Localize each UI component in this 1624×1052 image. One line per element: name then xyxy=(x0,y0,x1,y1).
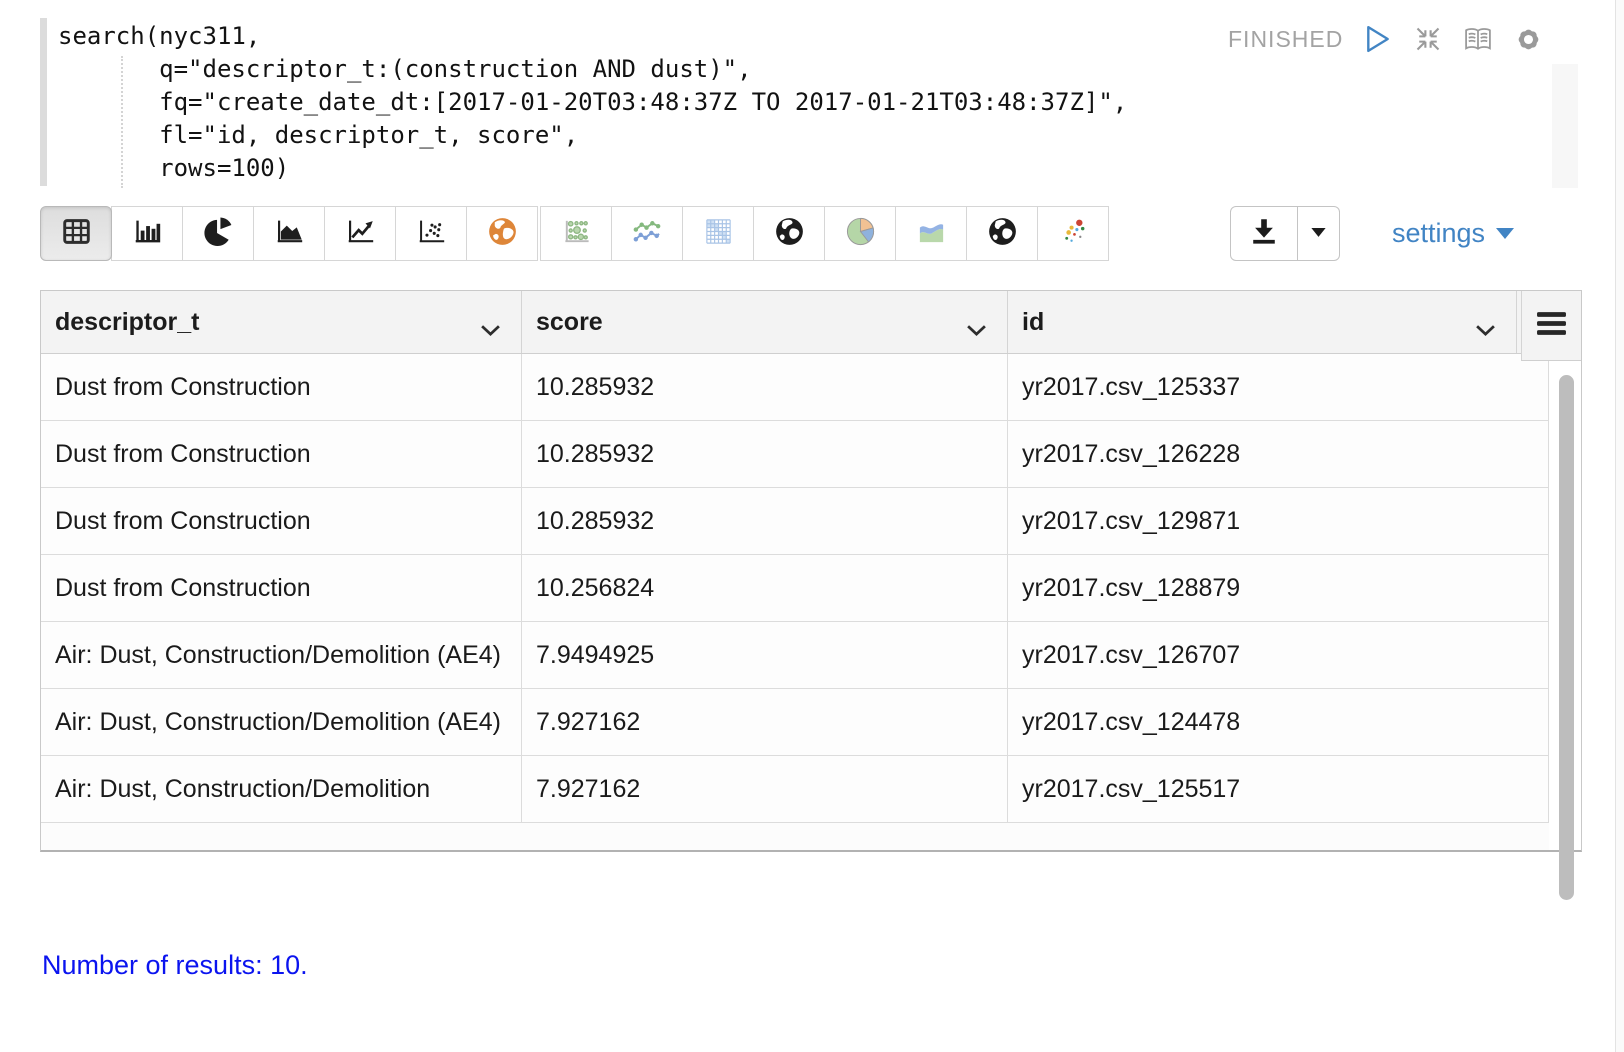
table-cell: Dust from Construction xyxy=(41,421,522,487)
table-row: Air: Dust, Construction/Demolition7.9271… xyxy=(41,755,1549,822)
table-icon xyxy=(61,217,92,251)
download-button[interactable] xyxy=(1230,206,1298,261)
grid-menu-button[interactable] xyxy=(1521,291,1581,361)
table-row: Air: Dust, Construction/Demolition (AE4)… xyxy=(41,621,1549,688)
bubble-chart-icon xyxy=(561,216,592,252)
column-header-id[interactable]: id xyxy=(1008,291,1517,353)
table-cell: Air: Dust, Construction/Demolition (AE4) xyxy=(41,622,522,688)
column-header-label: id xyxy=(1022,308,1044,337)
scatter-chart-view-button[interactable] xyxy=(395,206,467,261)
chevron-down-icon[interactable] xyxy=(1475,315,1496,344)
table-cell: 7.927162 xyxy=(522,756,1008,822)
table-cell: 10.285932 xyxy=(522,421,1008,487)
results-table: descriptor_t score id Dust from Constructi… xyxy=(40,290,1582,852)
download-options-button[interactable] xyxy=(1298,206,1340,261)
multi-line-chart-icon xyxy=(632,216,663,252)
line-chart-icon xyxy=(345,217,376,251)
scatter-colored-view-button[interactable] xyxy=(1037,206,1109,261)
multi-line-chart-view-button[interactable] xyxy=(611,206,683,261)
column-header-label: score xyxy=(536,308,603,337)
area-chart-icon xyxy=(274,217,305,251)
table-view-button[interactable] xyxy=(40,206,112,261)
table-cell: 7.927162 xyxy=(522,689,1008,755)
table-cell: yr2017.csv_129871 xyxy=(1008,488,1549,554)
chevron-down-icon[interactable] xyxy=(966,315,987,344)
settings-dropdown[interactable]: settings xyxy=(1392,206,1514,261)
table-cell: yr2017.csv_126228 xyxy=(1008,421,1549,487)
table-cell: yr2017.csv_124478 xyxy=(1008,689,1549,755)
table-row: Dust from Construction10.256824yr2017.cs… xyxy=(41,554,1549,621)
page-scrollbar[interactable] xyxy=(1615,0,1624,1052)
download-button-group xyxy=(1230,206,1340,261)
globe-orange-icon xyxy=(487,216,518,252)
column-header-label: descriptor_t xyxy=(55,308,199,337)
indent-guide xyxy=(121,56,123,188)
table-cell: 10.285932 xyxy=(522,488,1008,554)
visualization-toolbar: settings xyxy=(40,206,1600,262)
scatter-colored-icon xyxy=(1058,216,1089,252)
table-row: Dust from Construction10.285932yr2017.cs… xyxy=(41,420,1549,487)
map-view-button[interactable] xyxy=(466,206,538,261)
column-header-descriptor_t[interactable]: descriptor_t xyxy=(41,291,522,353)
table-cell: yr2017.csv_125337 xyxy=(1008,354,1549,420)
chevron-down-icon[interactable] xyxy=(480,315,501,344)
grid-body: Dust from Construction10.285932yr2017.cs… xyxy=(41,354,1549,822)
table-cell: yr2017.csv_125517 xyxy=(1008,756,1549,822)
table-cell: 10.285932 xyxy=(522,354,1008,420)
play-icon[interactable] xyxy=(1363,24,1393,54)
viz-type-buttons xyxy=(40,206,1109,261)
table-cell: yr2017.csv_126707 xyxy=(1008,622,1549,688)
result-count-text: Number of results: 10. xyxy=(42,950,308,981)
bar-chart-icon xyxy=(132,217,163,251)
compress-icon[interactable] xyxy=(1413,24,1443,54)
column-header-score[interactable]: score xyxy=(522,291,1008,353)
world-map-view-button[interactable] xyxy=(966,206,1038,261)
scatter-chart-icon xyxy=(416,217,447,251)
grid-header-row: descriptor_t score id xyxy=(41,291,1581,354)
table-cell: 7.9494925 xyxy=(522,622,1008,688)
book-icon[interactable] xyxy=(1463,24,1493,54)
pie-colored-icon xyxy=(845,216,876,252)
paragraph-controls: FINISHED xyxy=(1228,22,1543,56)
pie-chart-icon xyxy=(203,216,234,252)
area-chart-view-button[interactable] xyxy=(253,206,325,261)
table-cell: 10.256824 xyxy=(522,555,1008,621)
paragraph-controls-icons xyxy=(1363,24,1543,54)
table-row: Dust from Construction10.285932yr2017.cs… xyxy=(41,354,1549,420)
line-chart-view-button[interactable] xyxy=(324,206,396,261)
bar-chart-view-button[interactable] xyxy=(111,206,183,261)
settings-label: settings xyxy=(1392,218,1485,249)
download-icon xyxy=(1249,216,1279,251)
table-cell: Air: Dust, Construction/Demolition xyxy=(41,756,522,822)
grid-partial-row xyxy=(41,822,1549,850)
table-cell: Dust from Construction xyxy=(41,354,522,420)
editor-scrollbar-track[interactable] xyxy=(1552,64,1578,188)
table-scrollbar-thumb[interactable] xyxy=(1559,375,1574,900)
settings-caret-icon xyxy=(1496,228,1514,239)
table-cell: yr2017.csv_128879 xyxy=(1008,555,1549,621)
table-cell: Air: Dust, Construction/Demolition (AE4) xyxy=(41,689,522,755)
table-cell: Dust from Construction xyxy=(41,488,522,554)
geo-map-view-button[interactable] xyxy=(753,206,825,261)
caret-down-icon xyxy=(1309,222,1328,246)
heatmap-view-button[interactable] xyxy=(682,206,754,261)
table-row: Air: Dust, Construction/Demolition (AE4)… xyxy=(41,688,1549,755)
globe-dark-icon xyxy=(774,216,805,252)
paragraph-gutter-bar xyxy=(40,18,47,186)
stacked-area-view-button[interactable] xyxy=(895,206,967,261)
table-cell: Dust from Construction xyxy=(41,555,522,621)
table-row: Dust from Construction10.285932yr2017.cs… xyxy=(41,487,1549,554)
stacked-area-icon xyxy=(916,216,947,252)
pie-chart-view-button[interactable] xyxy=(182,206,254,261)
heatmap-icon xyxy=(703,216,734,252)
paragraph-status: FINISHED xyxy=(1228,26,1343,53)
pie-colored-view-button[interactable] xyxy=(824,206,896,261)
bubble-chart-view-button[interactable] xyxy=(540,206,612,261)
menu-icon xyxy=(1536,311,1567,341)
gear-icon[interactable] xyxy=(1513,24,1543,54)
globe-dark2-icon xyxy=(987,216,1018,252)
